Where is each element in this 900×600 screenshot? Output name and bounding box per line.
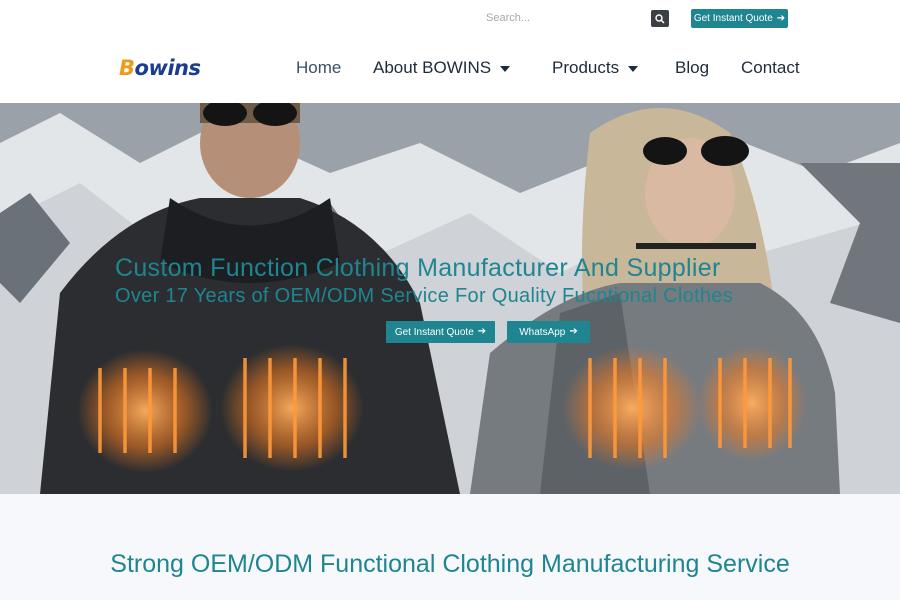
nav-item-label: Contact — [741, 58, 800, 77]
hero-banner: Custom Function Clothing Manufacturer An… — [0, 103, 900, 494]
arrow-right-icon: ➔ — [776, 12, 786, 24]
chevron-down-icon — [628, 65, 639, 72]
bowins-logo[interactable]: Bowins — [119, 56, 201, 80]
chevron-down-icon — [500, 65, 511, 72]
search-icon — [655, 13, 665, 24]
hero-whatsapp-label: WhatsApp — [519, 326, 566, 338]
nav-item-products[interactable]: Products — [552, 58, 639, 78]
hero-whatsapp-button[interactable]: WhatsApp ➔ — [507, 321, 590, 343]
main-navbar: Bowins Home About BOWINS Products Blog C… — [0, 36, 900, 103]
nav-item-label: About BOWINS — [373, 58, 492, 77]
arrow-right-icon: ➔ — [569, 326, 578, 337]
logo-letter-b: B — [119, 56, 135, 80]
nav-item-contact[interactable]: Contact — [741, 58, 800, 78]
hero-get-quote-label: Get Instant Quote — [394, 326, 474, 338]
nav-item-blog[interactable]: Blog — [675, 58, 709, 78]
arrow-right-icon: ➔ — [477, 326, 487, 337]
nav-item-home[interactable]: Home — [296, 58, 341, 78]
nav-item-label: Home — [296, 58, 342, 77]
hero-get-quote-button[interactable]: Get Instant Quote ➔ — [386, 321, 495, 343]
get-quote-top-button[interactable]: Get Instant Quote ➔ — [691, 9, 788, 28]
top-utility-bar: Get Instant Quote ➔ — [0, 0, 900, 36]
get-quote-top-label: Get Instant Quote — [693, 13, 773, 24]
hero-title: Custom Function Clothing Manufacturer An… — [115, 254, 721, 282]
search-input[interactable] — [486, 8, 648, 28]
logo-text: owins — [134, 56, 201, 80]
services-section: Strong OEM/ODM Functional Clothing Manuf… — [0, 494, 900, 600]
nav-item-label: Blog — [675, 58, 710, 77]
search-button[interactable] — [651, 10, 669, 27]
hero-subtitle: Over 17 Years of OEM/ODM Service For Qua… — [115, 285, 734, 307]
section-title: Strong OEM/ODM Functional Clothing Manuf… — [110, 550, 790, 578]
nav-item-about[interactable]: About BOWINS — [373, 58, 511, 78]
nav-item-label: Products — [552, 58, 620, 77]
